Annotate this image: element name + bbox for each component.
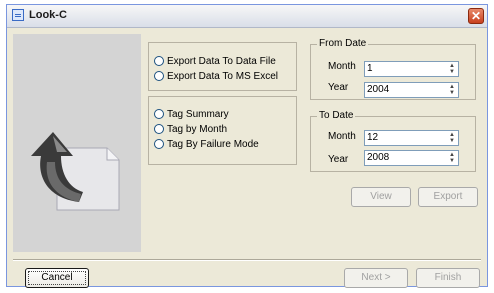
to-month-value: 12 [367, 132, 379, 143]
from-year-label: Year [328, 82, 349, 93]
radio-circle-icon [154, 109, 164, 119]
spinner-buttons[interactable]: ▲ ▼ [447, 84, 457, 96]
from-date-legend: From Date [317, 38, 369, 49]
spin-down-icon[interactable]: ▼ [447, 90, 457, 96]
from-month-value: 1 [367, 63, 373, 74]
finish-button[interactable]: Finish [416, 268, 480, 288]
radio-export-data-file[interactable]: Export Data To Data File [154, 55, 276, 69]
export-type-group: Export Data To Data File Export Data To … [148, 42, 297, 91]
to-year-value: 2008 [367, 152, 390, 163]
from-month-label: Month [328, 61, 356, 72]
spin-down-icon[interactable]: ▼ [447, 69, 457, 75]
radio-label: Tag by Month [167, 124, 228, 135]
spinner-buttons[interactable]: ▲ ▼ [447, 132, 457, 144]
export-document-arrow-icon [31, 132, 120, 211]
radio-label: Export Data To MS Excel [167, 71, 278, 82]
title-bar: Look-C ✕ [7, 5, 487, 28]
export-button[interactable]: Export [418, 187, 478, 207]
cancel-button[interactable]: Cancel [25, 268, 89, 288]
radio-circle-icon [154, 124, 164, 134]
look-c-window: Look-C ✕ Export Data To Data File Export… [6, 4, 488, 288]
to-month-label: Month [328, 131, 356, 142]
left-illustration-panel [13, 34, 141, 252]
from-date-group: From Date Month 1 ▲ ▼ Year 2004 ▲ ▼ [310, 38, 476, 100]
radio-tag-by-month[interactable]: Tag by Month [154, 123, 227, 137]
radio-circle-icon [154, 139, 164, 149]
tag-report-group: Tag Summary Tag by Month Tag By Failure … [148, 96, 297, 165]
next-button[interactable]: Next > [344, 268, 408, 288]
radio-tag-by-failure-mode[interactable]: Tag By Failure Mode [154, 138, 259, 152]
to-month-spinner[interactable]: 12 ▲ ▼ [364, 130, 459, 146]
close-button[interactable]: ✕ [468, 8, 484, 24]
to-date-group: To Date Month 12 ▲ ▼ Year 2008 ▲ ▼ [310, 110, 476, 172]
to-date-legend: To Date [317, 110, 356, 121]
from-year-spinner[interactable]: 2004 ▲ ▼ [364, 82, 459, 98]
to-year-spinner[interactable]: 2008 ▲ ▼ [364, 150, 459, 166]
spinner-buttons[interactable]: ▲ ▼ [447, 152, 457, 164]
from-month-spinner[interactable]: 1 ▲ ▼ [364, 61, 459, 77]
radio-export-ms-excel[interactable]: Export Data To MS Excel [154, 70, 278, 84]
spin-down-icon[interactable]: ▼ [447, 158, 457, 164]
radio-tag-summary[interactable]: Tag Summary [154, 108, 229, 122]
from-year-value: 2004 [367, 84, 390, 95]
spinner-buttons[interactable]: ▲ ▼ [447, 63, 457, 75]
radio-label: Export Data To Data File [167, 56, 276, 67]
view-button[interactable]: View [351, 187, 411, 207]
spin-down-icon[interactable]: ▼ [447, 138, 457, 144]
radio-label: Tag By Failure Mode [167, 139, 259, 150]
footer-divider [13, 259, 481, 261]
radio-label: Tag Summary [167, 109, 229, 120]
radio-circle-icon [154, 71, 164, 81]
app-icon [12, 9, 24, 21]
to-year-label: Year [328, 154, 349, 165]
radio-circle-icon [154, 56, 164, 66]
window-title: Look-C [29, 9, 67, 21]
